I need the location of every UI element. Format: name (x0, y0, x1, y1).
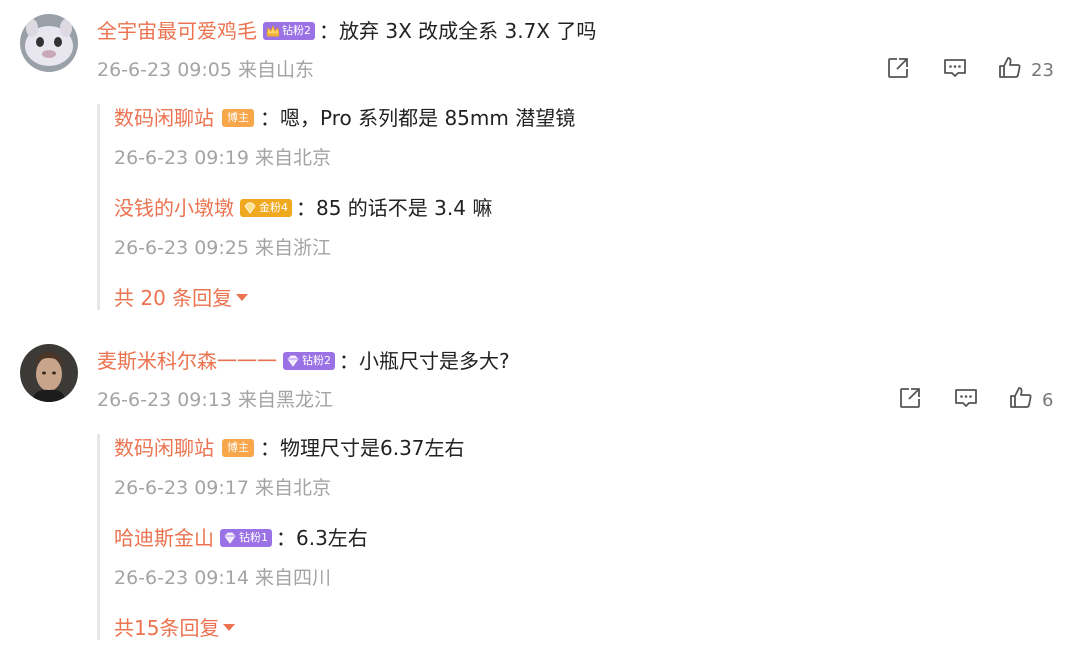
comment-meta: 26-6-23 09:13 来自黑龙江 (97, 387, 333, 413)
timestamp: 26-6-23 09:25 (114, 237, 249, 259)
location: 来自北京 (255, 147, 332, 169)
location: 来自北京 (255, 477, 332, 499)
location: 来自浙江 (255, 237, 332, 259)
reply-text: 嗯，Pro 系列都是 85mm 潜望镜 (280, 106, 576, 130)
timestamp: 26-6-23 09:13 (97, 389, 232, 411)
share-icon (897, 385, 923, 415)
like-count: 6 (1042, 389, 1054, 411)
colon: ： (260, 106, 280, 130)
avatar[interactable] (20, 344, 78, 402)
crown-icon (266, 24, 280, 38)
like-count: 23 (1031, 59, 1054, 81)
timestamp: 26-6-23 09:05 (97, 59, 232, 81)
location: 来自山东 (238, 59, 315, 81)
comment-button[interactable] (953, 386, 979, 414)
share-button[interactable] (897, 386, 923, 414)
share-icon (885, 55, 911, 85)
share-button[interactable] (885, 56, 911, 84)
reply-meta: 26-6-23 09:17 来自北京 (114, 475, 331, 501)
colon: ： (276, 526, 296, 550)
reply-line: 数码闲聊站 博主 ：嗯，Pro 系列都是 85mm 潜望镜 (114, 104, 575, 132)
caret-down-icon (236, 294, 249, 301)
colon: ： (260, 436, 280, 460)
comment-text: 放弃 3X 改成全系 3.7X 了吗 (339, 19, 597, 43)
username[interactable]: 哈迪斯金山 (114, 526, 214, 550)
action-bar: 23 (885, 56, 1075, 84)
fan-badge[interactable]: 钻粉2 (263, 21, 315, 40)
caret-down-icon (223, 624, 236, 631)
host-badge: 博主 (222, 438, 254, 457)
fan-badge[interactable]: 钻粉1 (220, 528, 272, 547)
comment-icon (942, 55, 968, 85)
username[interactable]: 全宇宙最可爱鸡毛 (97, 19, 257, 43)
reply-line: 哈迪斯金山 钻粉1 ：6.3左右 (114, 524, 368, 552)
comment-line: 麦斯米科尔森一一一 钻粉2 ：小瓶尺寸是多大? (97, 347, 510, 375)
username[interactable]: 没钱的小墩墩 (114, 196, 234, 220)
username[interactable]: 数码闲聊站 (114, 106, 214, 130)
more-replies-link[interactable]: 共 20 条回复 (114, 284, 249, 312)
colon: ： (319, 19, 339, 43)
username[interactable]: 麦斯米科尔森一一一 (97, 349, 277, 373)
thumbs-up-icon (997, 55, 1023, 85)
location: 来自四川 (255, 567, 332, 589)
action-bar: 6 (897, 386, 1077, 414)
reply-text: 85 的话不是 3.4 嘛 (316, 196, 493, 220)
comment-text: 小瓶尺寸是多大? (359, 349, 510, 373)
comment-meta: 26-6-23 09:05 来自山东 (97, 57, 314, 83)
colon: ： (296, 196, 316, 220)
colon: ： (339, 349, 359, 373)
fan-badge[interactable]: 金粉4 (240, 198, 292, 217)
comment-line: 全宇宙最可爱鸡毛 钻粉2 ：放弃 3X 改成全系 3.7X 了吗 (97, 17, 596, 45)
like-button[interactable]: 23 (997, 56, 1054, 84)
avatar[interactable] (20, 14, 78, 72)
diamond-icon (286, 354, 300, 368)
reply-line: 数码闲聊站 博主 ：物理尺寸是6.37左右 (114, 434, 465, 462)
more-replies-link[interactable]: 共15条回复 (114, 614, 236, 642)
location: 来自黑龙江 (238, 389, 334, 411)
timestamp: 26-6-23 09:19 (114, 147, 249, 169)
reply-meta: 26-6-23 09:19 来自北京 (114, 145, 331, 171)
comment-icon (953, 385, 979, 415)
reply-meta: 26-6-23 09:14 来自四川 (114, 565, 331, 591)
like-button[interactable]: 6 (1008, 386, 1053, 414)
timestamp: 26-6-23 09:14 (114, 567, 249, 589)
diamond-icon (223, 531, 237, 545)
gold-gem-icon (243, 201, 257, 215)
host-badge: 博主 (222, 108, 254, 127)
fan-badge[interactable]: 钻粉2 (283, 351, 335, 370)
reply-thread-line (97, 434, 100, 640)
comment-button[interactable] (942, 56, 968, 84)
reply-thread-line (97, 104, 100, 310)
reply-meta: 26-6-23 09:25 来自浙江 (114, 235, 331, 261)
reply-line: 没钱的小墩墩 金粉4 ：85 的话不是 3.4 嘛 (114, 194, 492, 222)
reply-text: 物理尺寸是6.37左右 (280, 436, 465, 460)
thumbs-up-icon (1008, 385, 1034, 415)
username[interactable]: 数码闲聊站 (114, 436, 214, 460)
reply-text: 6.3左右 (296, 526, 368, 550)
timestamp: 26-6-23 09:17 (114, 477, 249, 499)
